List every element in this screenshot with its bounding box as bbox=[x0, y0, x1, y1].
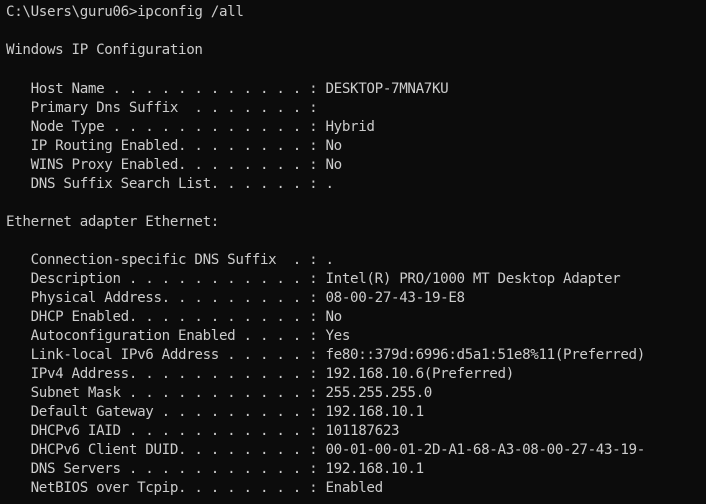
subnet-mask-row: Subnet Mask . . . . . . . . . . . : 255.… bbox=[6, 385, 433, 401]
dhcpv6-client-duid-row: DHCPv6 Client DUID. . . . . . . . : 00-0… bbox=[6, 442, 646, 458]
ip-routing-row: IP Routing Enabled. . . . . . . . : No bbox=[6, 138, 343, 154]
terminal-window[interactable]: C:\Users\guru06>ipconfig /all Windows IP… bbox=[0, 0, 706, 504]
dns-suffix-search-row: DNS Suffix Search List. . . . . . : . bbox=[6, 176, 334, 192]
adapter-header: Ethernet adapter Ethernet: bbox=[6, 214, 219, 230]
config-header: Windows IP Configuration bbox=[6, 42, 203, 58]
node-type-row: Node Type . . . . . . . . . . . . : Hybr… bbox=[6, 119, 375, 135]
dhcpv6-iaid-row: DHCPv6 IAID . . . . . . . . . . . : 1011… bbox=[6, 423, 400, 439]
link-local-ipv6-row: Link-local IPv6 Address . . . . . : fe80… bbox=[6, 347, 646, 363]
physical-address-row: Physical Address. . . . . . . . . : 08-0… bbox=[6, 290, 466, 306]
primary-dns-suffix-row: Primary Dns Suffix . . . . . . . : bbox=[6, 100, 318, 116]
default-gateway-row: Default Gateway . . . . . . . . . : 192.… bbox=[6, 404, 425, 420]
wins-proxy-row: WINS Proxy Enabled. . . . . . . . : No bbox=[6, 157, 343, 173]
connection-dns-suffix-row: Connection-specific DNS Suffix . : . bbox=[6, 252, 334, 268]
netbios-row: NetBIOS over Tcpip. . . . . . . . : Enab… bbox=[6, 480, 384, 496]
dns-servers-row: DNS Servers . . . . . . . . . . . : 192.… bbox=[6, 461, 425, 477]
host-name-row: Host Name . . . . . . . . . . . . : DESK… bbox=[6, 81, 449, 97]
autoconfiguration-row: Autoconfiguration Enabled . . . . : Yes bbox=[6, 328, 351, 344]
description-row: Description . . . . . . . . . . . : Inte… bbox=[6, 271, 621, 287]
ipv4-address-row: IPv4 Address. . . . . . . . . . . : 192.… bbox=[6, 366, 515, 382]
command-prompt-line: C:\Users\guru06>ipconfig /all bbox=[6, 4, 244, 20]
dhcp-enabled-row: DHCP Enabled. . . . . . . . . . . : No bbox=[6, 309, 343, 325]
